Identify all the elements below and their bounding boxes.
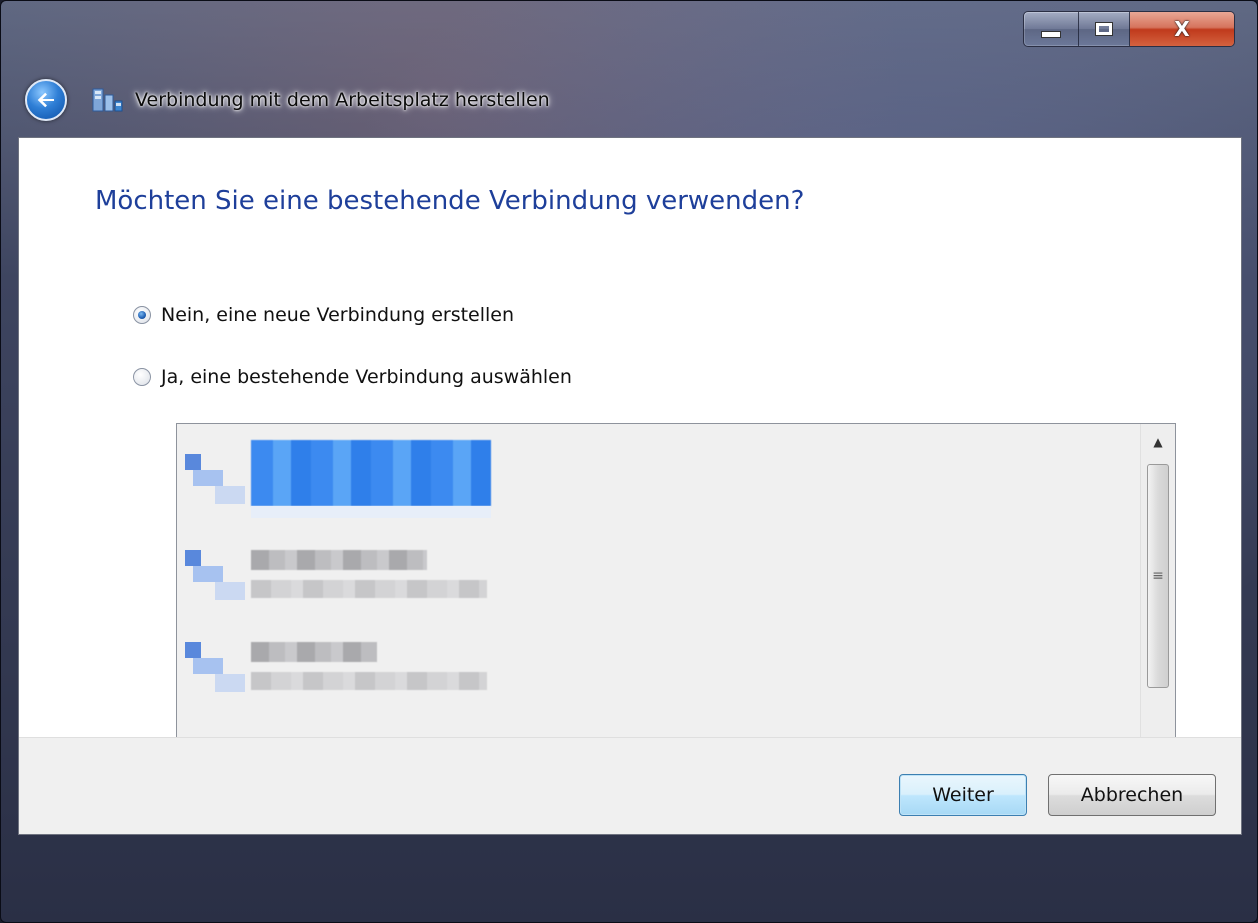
- list-item[interactable]: [181, 628, 501, 708]
- radio-dot-icon: [138, 311, 146, 319]
- radio-button[interactable]: [133, 368, 151, 386]
- scroll-up-arrow[interactable]: ▲: [1141, 424, 1175, 460]
- radio-label: Ja, eine bestehende Verbindung auswählen: [161, 366, 572, 388]
- connection-detail-redacted: [251, 672, 487, 690]
- page-heading: Möchten Sie eine bestehende Verbindung v…: [95, 186, 805, 216]
- list-item[interactable]: [181, 440, 501, 520]
- dialog-footer: Weiter Abbrechen: [19, 737, 1241, 834]
- radio-existing-connection[interactable]: Ja, eine bestehende Verbindung auswählen: [133, 366, 572, 388]
- vertical-scrollbar[interactable]: ▲ ≡ ▼: [1140, 424, 1175, 770]
- close-icon: X: [1174, 17, 1190, 41]
- connection-list[interactable]: ▲ ≡ ▼: [176, 423, 1176, 771]
- connection-icon: [185, 454, 247, 510]
- maximize-button[interactable]: [1079, 12, 1130, 46]
- list-item[interactable]: [181, 536, 501, 616]
- selection-highlight: [251, 440, 491, 506]
- network-connection-icon: [92, 88, 123, 112]
- close-button[interactable]: X: [1130, 12, 1234, 46]
- radio-label: Nein, eine neue Verbindung erstellen: [161, 304, 515, 326]
- radio-new-connection[interactable]: Nein, eine neue Verbindung erstellen: [133, 304, 514, 326]
- content-panel: Möchten Sie eine bestehende Verbindung v…: [18, 137, 1242, 835]
- cancel-button[interactable]: Abbrechen: [1048, 774, 1216, 816]
- minimize-icon: [1041, 30, 1061, 38]
- radio-button-selected[interactable]: [133, 306, 151, 324]
- selection-highlight-tail: [251, 506, 491, 518]
- minimize-button[interactable]: [1024, 12, 1079, 46]
- connection-detail-redacted: [251, 580, 487, 598]
- connection-name-redacted: [251, 550, 427, 570]
- dialog-window: X Verbindung mit dem Arbeitsplatz herste…: [0, 0, 1258, 923]
- scroll-thumb[interactable]: ≡: [1147, 464, 1169, 688]
- back-arrow-icon: [37, 92, 54, 108]
- window-title: Verbindung mit dem Arbeitsplatz herstell…: [135, 89, 550, 111]
- connection-icon: [185, 550, 247, 606]
- back-button[interactable]: [25, 79, 67, 121]
- next-button[interactable]: Weiter: [899, 774, 1027, 816]
- grip-icon: ≡: [1152, 568, 1164, 584]
- connection-icon: [185, 642, 247, 698]
- caption-buttons: X: [1023, 11, 1235, 47]
- maximize-icon: [1095, 22, 1113, 36]
- connection-name-redacted: [251, 642, 377, 662]
